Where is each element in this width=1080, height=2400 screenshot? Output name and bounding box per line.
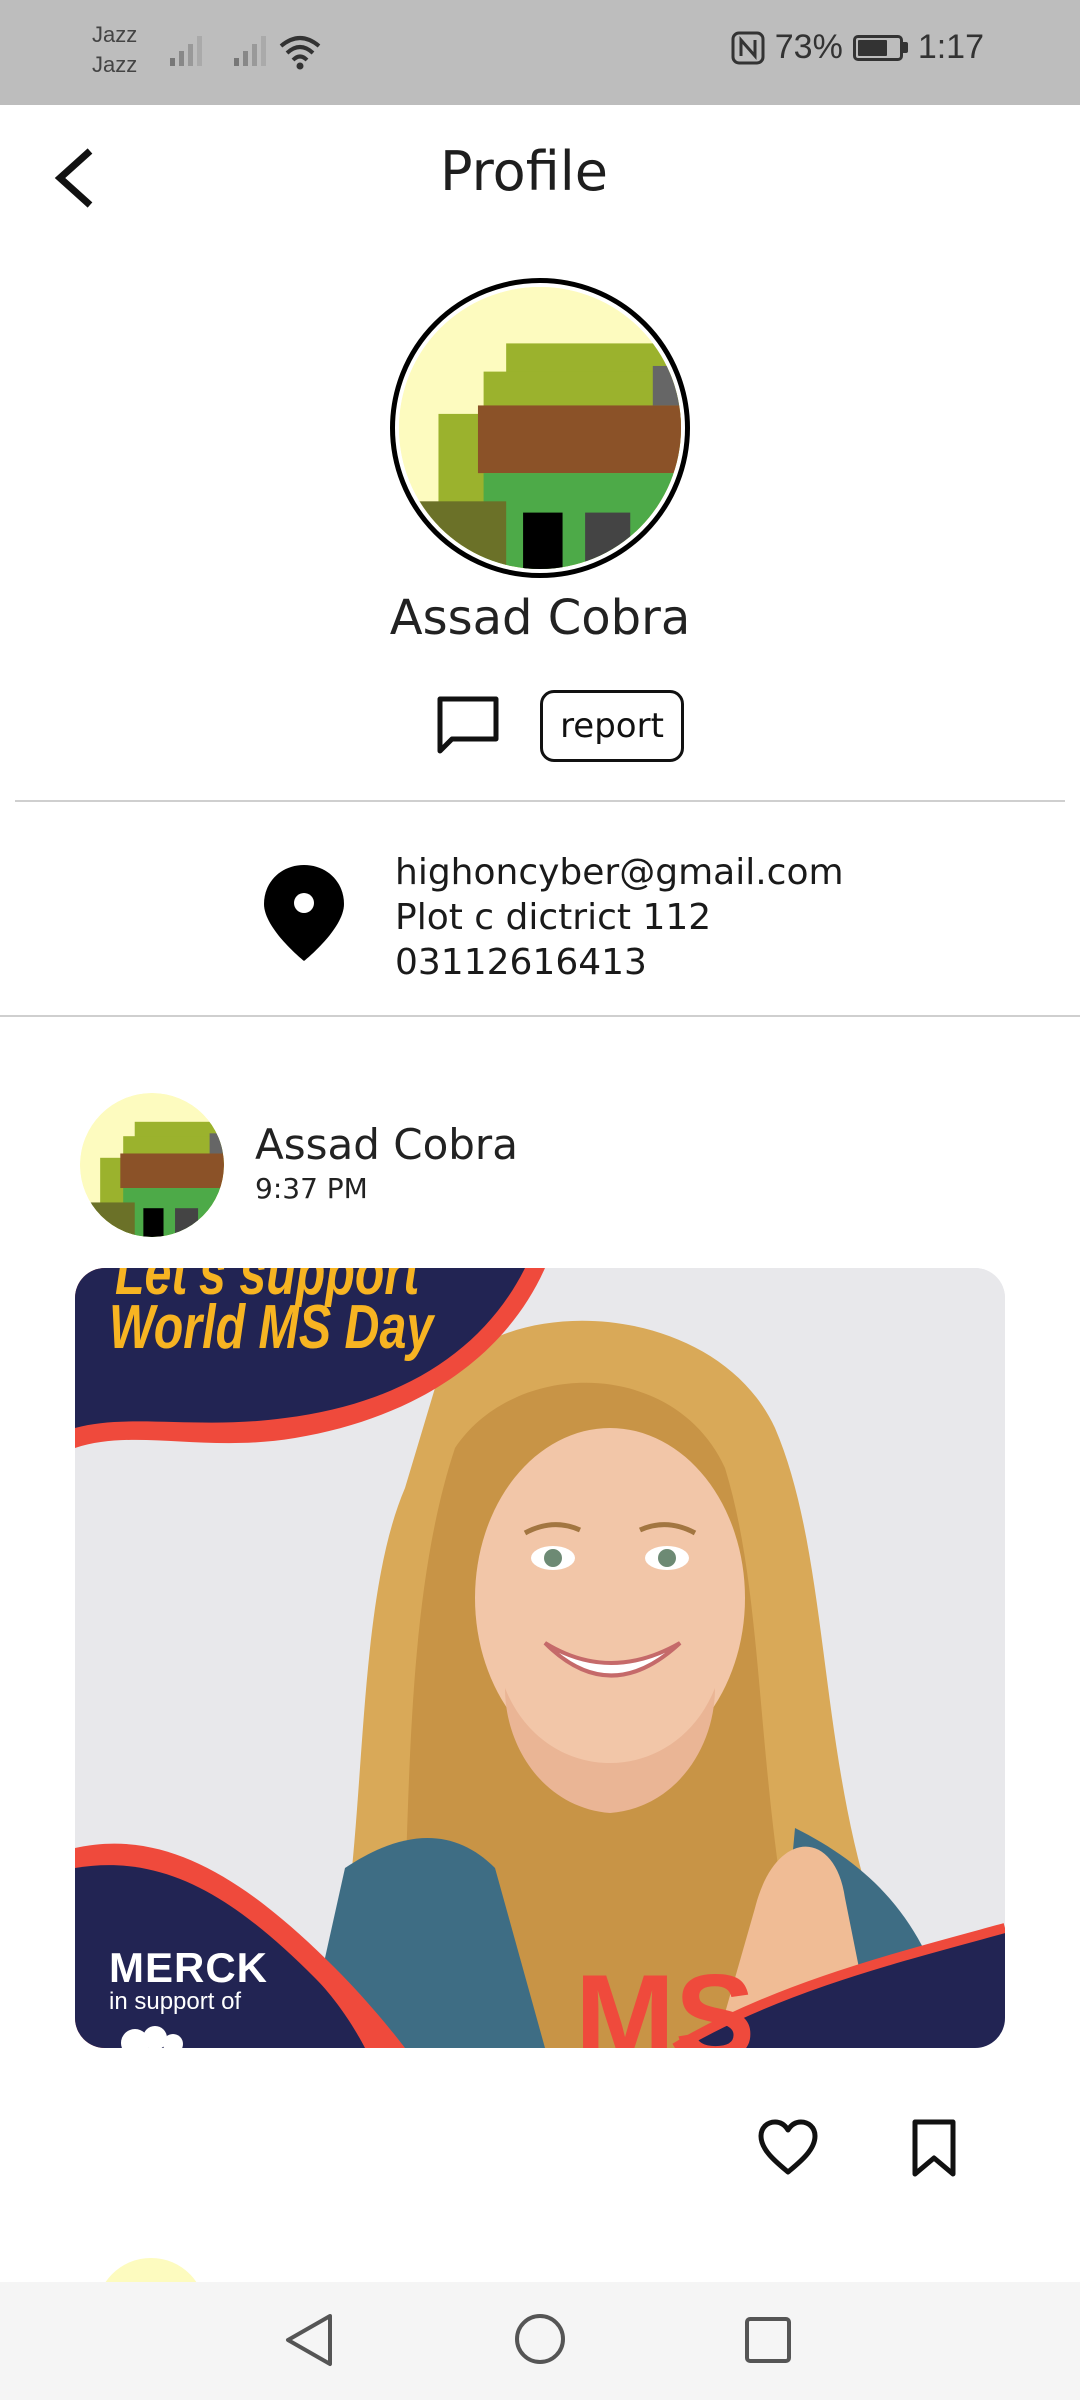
report-button[interactable]: report [540,690,684,762]
nfc-icon [731,31,765,64]
clock: 1:17 [917,28,984,66]
support-text: in support of [109,1988,242,2015]
banner-headline: World MS Day [109,1293,434,1362]
post-timestamp: 9:37 PM [255,1172,368,1205]
merck-logo: MERCK [109,1944,268,1991]
heart-icon[interactable] [756,2118,820,2178]
status-bar: Jazz Jazz 73% 1:17 [0,0,1080,105]
divider [15,800,1065,802]
pixel-avatar-image [399,287,681,569]
signal-icon [234,36,266,66]
pixel-avatar-image [80,1093,224,1237]
carrier-labels: Jazz Jazz [92,20,137,80]
location-pin-icon [264,865,344,961]
post-author-avatar[interactable] [80,1093,224,1237]
battery-icon [852,34,908,61]
battery-percent: 73% [774,28,843,66]
bookmark-icon[interactable] [910,2118,958,2178]
carrier-1: Jazz [92,22,138,47]
contact-phone[interactable]: 03112616413 [395,940,844,985]
status-right: 73% 1:17 [731,28,984,67]
post-photo-artwork: MS [75,1268,1005,2048]
square-recents-icon[interactable] [744,2316,792,2364]
contact-address: Plot c dictrict 112 [395,897,712,938]
svg-text:MS: MS [575,1950,755,2048]
profile-name: Assad Cobra [389,590,691,646]
carrier-2: Jazz [92,52,138,77]
triangle-back-icon[interactable] [282,2312,338,2368]
wifi-icon [279,36,321,70]
contact-email[interactable]: highoncyber@gmail.com [395,850,844,895]
divider [0,1015,1080,1017]
signal-icon [170,36,202,66]
contact-info: highoncyber@gmail.com Plot c dictrict 11… [395,850,844,985]
page-title: Profile [440,140,608,203]
post-image[interactable]: MS Let's support World MS Day MERCK in s… [75,1268,1005,2048]
post-author-name[interactable]: Assad Cobra [255,1120,518,1169]
chat-bubble-icon[interactable] [434,693,502,755]
profile-avatar [390,278,690,578]
circle-home-icon[interactable] [514,2313,566,2365]
